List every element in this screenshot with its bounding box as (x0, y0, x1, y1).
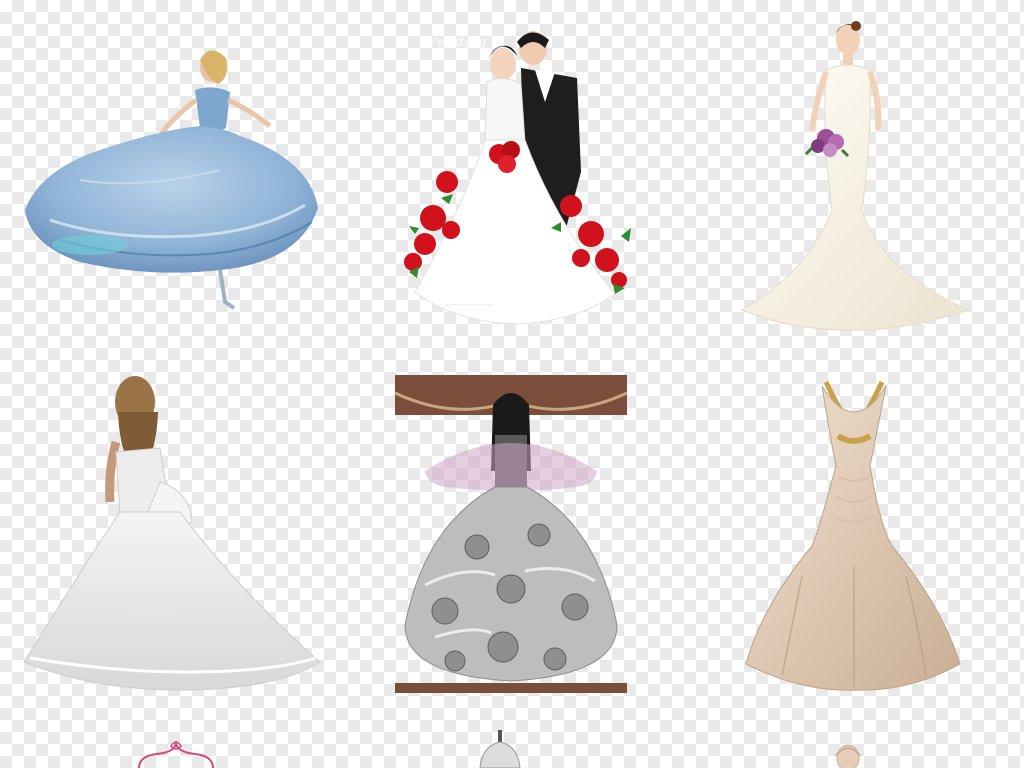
image-partial-bride-head[interactable] (830, 742, 866, 768)
image-bride-mermaid-dress[interactable] (740, 20, 972, 335)
image-champagne-gown[interactable] (742, 376, 964, 694)
couple-illustration (404, 31, 631, 325)
champagne-gown-illustration (745, 380, 961, 691)
image-partial-pink-frame[interactable] (135, 738, 217, 768)
pink-ornament-illustration (138, 741, 214, 768)
blue-gown-illustration (25, 50, 318, 310)
watermark-text: Wedding (423, 34, 489, 49)
image-blue-ball-gown[interactable] (20, 40, 320, 315)
veil-rose-gown-illustration (394, 375, 628, 693)
image-bride-and-groom[interactable]: Wedding ·· ···· ···· ·· ··· ···· ··· (395, 22, 635, 337)
image-partial-mannequin[interactable] (470, 730, 530, 768)
bride-head-illustration (835, 744, 861, 768)
white-ball-gown-illustration (23, 376, 321, 691)
ivory-mermaid-illustration (740, 21, 970, 331)
mannequin-illustration (479, 730, 521, 768)
image-veil-rose-gown[interactable] (394, 375, 628, 693)
image-white-ball-gown[interactable] (20, 372, 322, 692)
